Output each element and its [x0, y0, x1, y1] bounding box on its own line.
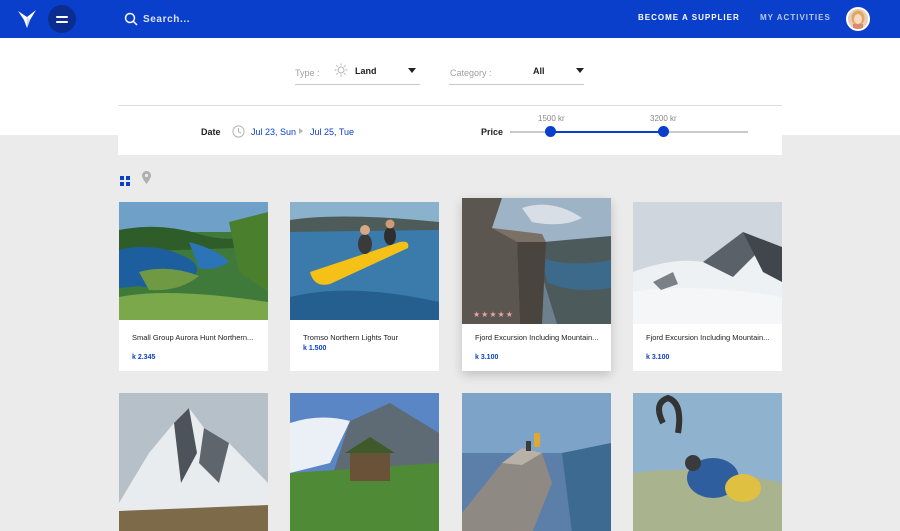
activity-card[interactable]	[462, 393, 611, 531]
menu-icon-line	[56, 21, 68, 23]
activity-image	[290, 393, 439, 531]
activity-title: Fjord Excursion Including Mountain...	[475, 333, 599, 342]
brand-logo-icon[interactable]	[16, 8, 38, 30]
chevron-down-icon	[576, 68, 584, 73]
category-value: All	[533, 66, 545, 76]
price-slider-range	[550, 131, 664, 133]
activity-image	[633, 393, 782, 531]
activity-card[interactable]: Fjord Excursion Including Mountain... k …	[633, 202, 782, 371]
activity-image	[119, 393, 268, 531]
date-from-picker[interactable]: Jul 23, Sun	[251, 127, 296, 137]
activity-card[interactable]	[633, 393, 782, 531]
activity-card[interactable]	[119, 393, 268, 531]
price-max-label: 3200 kr	[650, 114, 677, 123]
activity-title: Small Group Aurora Hunt Northern...	[132, 333, 254, 342]
grid-icon[interactable]	[120, 173, 130, 186]
activity-card-featured[interactable]: ★★★★★ Fjord Excursion Including Mountain…	[462, 198, 611, 371]
search-icon	[124, 12, 138, 26]
top-navbar: BECOME A SUPPLIER MY ACTIVITIES	[0, 0, 900, 38]
type-value: Land	[355, 66, 377, 76]
filter-divider	[118, 105, 782, 106]
activity-price: k 2.345	[132, 354, 156, 361]
sun-icon	[334, 63, 348, 77]
activity-card[interactable]: Small Group Aurora Hunt Northern... k 2.…	[119, 202, 268, 371]
type-label: Type :	[295, 68, 320, 78]
menu-icon-line	[56, 16, 68, 18]
rating-stars: ★★★★★	[473, 310, 514, 319]
price-max-handle[interactable]	[658, 126, 669, 137]
activity-image	[633, 202, 782, 324]
arrow-right-icon	[299, 128, 303, 134]
search-input[interactable]	[143, 10, 403, 28]
activity-image	[462, 393, 611, 531]
user-avatar[interactable]	[846, 7, 870, 31]
map-pin-icon[interactable]	[142, 171, 151, 184]
date-label: Date	[201, 127, 221, 137]
activity-card[interactable]	[290, 393, 439, 531]
type-select[interactable]: Type : Land	[295, 62, 420, 85]
menu-toggle-button[interactable]	[48, 5, 76, 33]
activity-price: k 1.500	[303, 345, 327, 352]
activity-image	[290, 202, 439, 320]
activity-price: k 3.100	[646, 354, 670, 361]
activity-title: Fjord Excursion Including Mountain...	[646, 333, 770, 342]
category-select[interactable]: Category : All	[449, 62, 584, 85]
activity-image	[462, 198, 611, 324]
date-to-picker[interactable]: Jul 25, Tue	[310, 127, 354, 137]
activity-card[interactable]: Tromso Northern Lights Tour k 1.500	[290, 202, 439, 371]
clock-icon	[232, 125, 245, 138]
activity-price: k 3.100	[475, 354, 499, 361]
category-label: Category :	[450, 68, 492, 78]
activity-title: Tromso Northern Lights Tour	[303, 333, 399, 342]
price-label: Price	[481, 127, 504, 137]
my-activities-link[interactable]: MY ACTIVITIES	[760, 13, 831, 22]
activity-image	[119, 202, 268, 320]
price-min-label: 1500 kr	[538, 114, 565, 123]
chevron-down-icon	[408, 68, 416, 73]
price-min-handle[interactable]	[545, 126, 556, 137]
become-supplier-link[interactable]: BECOME A SUPPLIER	[638, 13, 740, 22]
